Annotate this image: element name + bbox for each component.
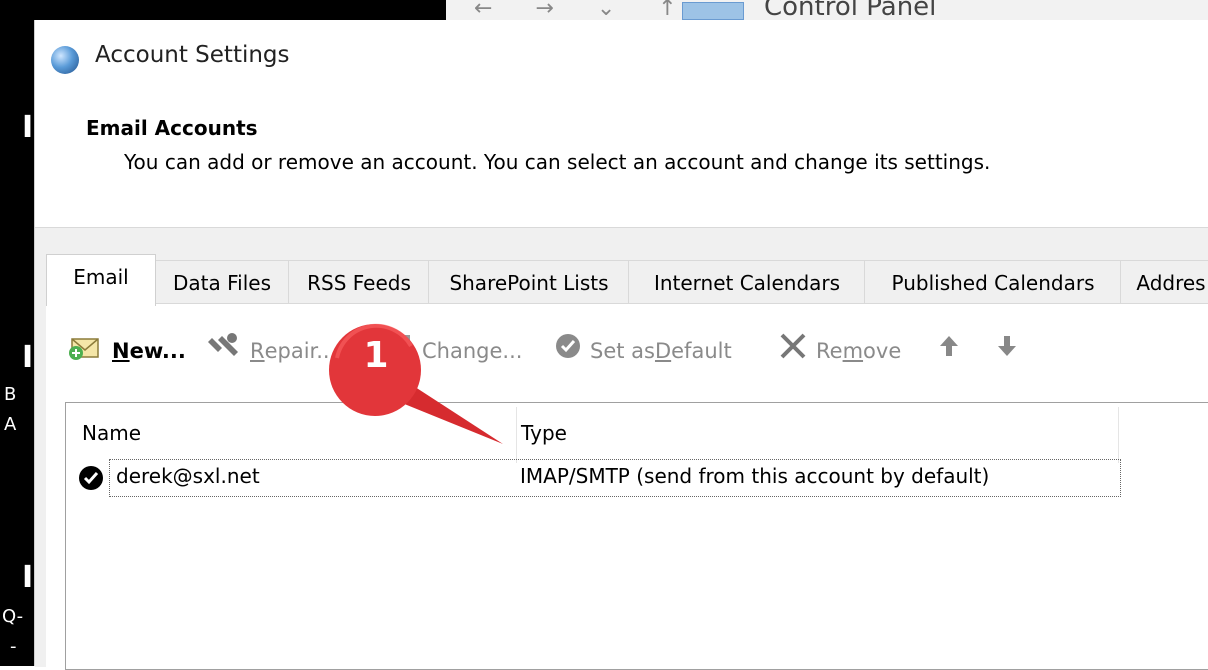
move-up-button[interactable] <box>938 334 960 368</box>
column-header-name[interactable]: Name <box>82 421 141 445</box>
section-title: Email Accounts <box>86 116 258 140</box>
background-text-fragment: B <box>4 384 17 405</box>
account-row[interactable]: derek@sxl.net IMAP/SMTP (send from this … <box>79 459 1121 497</box>
callout-number: 1 <box>363 335 389 376</box>
section-description: You can add or remove an account. You ca… <box>124 150 991 174</box>
column-divider[interactable] <box>1118 407 1119 463</box>
background-text-fragment: A <box>4 414 17 435</box>
x-icon <box>778 332 808 370</box>
tab-address-books[interactable]: Addres <box>1120 260 1208 305</box>
new-account-button[interactable]: New... <box>68 334 186 368</box>
background-glyph: I <box>22 560 34 595</box>
remove-button[interactable]: Re m ove <box>778 332 902 370</box>
tab-rss-feeds[interactable]: RSS Feeds <box>288 260 430 305</box>
background-glyph: I <box>22 340 34 375</box>
tab-email[interactable]: Email <box>46 254 156 306</box>
tab-sharepoint-lists[interactable]: SharePoint Lists <box>428 260 630 305</box>
remove-label-pre: Re <box>816 339 843 363</box>
default-label-pre: Set as <box>590 339 655 363</box>
arrow-down-icon <box>996 334 1018 368</box>
remove-label-post: ove <box>863 339 902 363</box>
account-list[interactable]: Name Type derek@sxl.net IMAP/SMTP (send … <box>65 402 1208 670</box>
background-text-fragment: - <box>10 636 17 657</box>
background-window-strip: I I B A I Q- - <box>0 0 34 666</box>
account-settings-dialog: Account Settings Email Accounts You can … <box>34 20 1208 670</box>
remove-label-accel: m <box>842 339 864 363</box>
tab-data-files[interactable]: Data Files <box>154 260 290 305</box>
background-glyph: I <box>22 110 34 145</box>
account-type: IMAP/SMTP (send from this account by def… <box>520 464 990 488</box>
tab-published-calendars[interactable]: Published Calendars <box>864 260 1122 305</box>
checkmark-circle-icon <box>554 332 582 370</box>
new-label-accel: N <box>112 339 130 363</box>
outlook-globe-icon <box>51 46 79 74</box>
new-label-post: ew... <box>129 339 186 363</box>
wrench-icon <box>208 332 242 370</box>
list-header: Name Type <box>66 403 1119 463</box>
new-mail-icon <box>68 331 104 371</box>
move-down-button[interactable] <box>996 334 1018 368</box>
repair-button[interactable]: Repair... <box>208 332 336 370</box>
background-nav-arrows: ← → ⌄ ↑ <box>474 0 695 21</box>
folder-icon <box>682 2 744 20</box>
background-text-fragment: Q- <box>2 606 24 627</box>
tab-internet-calendars[interactable]: Internet Calendars <box>628 260 866 305</box>
default-label-accel: D <box>654 339 672 363</box>
default-account-check-icon <box>78 465 104 491</box>
arrow-up-icon <box>938 334 960 368</box>
default-label-post: efault <box>671 339 732 363</box>
set-as-default-button[interactable]: Set as Default <box>554 334 732 368</box>
dialog-title: Account Settings <box>95 42 290 68</box>
dialog-body: Email Data Files RSS Feeds SharePoint Li… <box>35 227 1208 670</box>
email-tab-page: New... Repair... Change... Set as D efau… <box>46 303 1208 670</box>
repair-label-accel: R <box>250 339 265 363</box>
background-address-bar: Control Panel <box>764 0 937 22</box>
column-header-type[interactable]: Type <box>521 421 567 445</box>
account-name: derek@sxl.net <box>116 464 260 488</box>
callout-pointer <box>329 323 503 444</box>
